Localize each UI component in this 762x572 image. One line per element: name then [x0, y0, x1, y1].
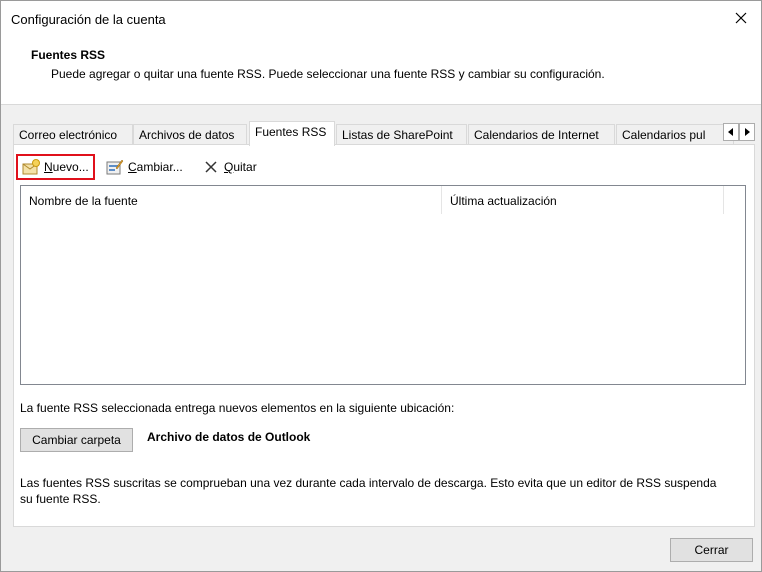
- change-folder-button[interactable]: Cambiar carpeta: [20, 428, 133, 452]
- list-header: Nombre de la fuente Última actualización: [21, 186, 745, 214]
- tab-email[interactable]: Correo electrónico: [13, 124, 133, 145]
- tab-strip: Correo electrónico Archivos de datos Fue…: [13, 121, 755, 146]
- tab-rss-feeds[interactable]: Fuentes RSS: [249, 121, 335, 146]
- close-icon: [735, 12, 747, 24]
- window-title: Configuración de la cuenta: [11, 12, 166, 27]
- tab-scroll-right-button[interactable]: [739, 123, 755, 141]
- tab-published-calendars[interactable]: Calendarios pul: [616, 124, 734, 145]
- close-button[interactable]: Cerrar: [670, 538, 753, 562]
- remove-icon: [202, 159, 220, 175]
- dialog-header: Configuración de la cuenta Fuentes RSS P…: [1, 1, 761, 105]
- column-feed-name[interactable]: Nombre de la fuente: [21, 186, 442, 214]
- rss-info-note: Las fuentes RSS suscritas se comprueban …: [20, 476, 717, 506]
- arrow-left-icon: [728, 128, 733, 136]
- rss-feeds-panel: Nuevo... Cambiar... Quitar Nombre de la …: [13, 144, 755, 527]
- tab-data-files[interactable]: Archivos de datos: [133, 124, 247, 145]
- remove-feed-button[interactable]: Quitar: [198, 154, 261, 180]
- rss-toolbar: Nuevo... Cambiar... Quitar: [14, 151, 754, 181]
- tab-internet-calendars[interactable]: Calendarios de Internet: [468, 124, 615, 145]
- change-feed-button[interactable]: Cambiar...: [102, 154, 187, 180]
- new-feed-label: uevo...: [52, 160, 89, 174]
- delivery-folder-name: Archivo de datos de Outlook: [147, 430, 311, 444]
- rss-feed-list[interactable]: Nombre de la fuente Última actualización: [20, 185, 746, 385]
- column-last-updated[interactable]: Última actualización: [442, 186, 724, 214]
- arrow-right-icon: [745, 128, 750, 136]
- delivery-location-text: La fuente RSS seleccionada entrega nuevo…: [20, 401, 455, 415]
- change-feed-icon: [106, 159, 124, 175]
- new-feed-accesskey: N: [44, 160, 53, 174]
- remove-feed-label: uitar: [233, 160, 257, 174]
- tab-scroll-controls: [723, 123, 755, 141]
- close-window-button[interactable]: [729, 7, 753, 29]
- new-feed-button[interactable]: Nuevo...: [16, 154, 95, 180]
- remove-feed-accesskey: Q: [224, 160, 234, 174]
- change-feed-accesskey: C: [128, 160, 137, 174]
- tab-sharepoint-lists[interactable]: Listas de SharePoint: [336, 124, 467, 145]
- new-feed-icon: [22, 159, 40, 175]
- account-settings-dialog: Configuración de la cuenta Fuentes RSS P…: [0, 0, 762, 572]
- tab-scroll-left-button[interactable]: [723, 123, 739, 141]
- section-description: Puede agregar o quitar una fuente RSS. P…: [51, 67, 605, 81]
- change-feed-label: ambiar...: [136, 160, 183, 174]
- section-heading: Fuentes RSS: [31, 48, 106, 62]
